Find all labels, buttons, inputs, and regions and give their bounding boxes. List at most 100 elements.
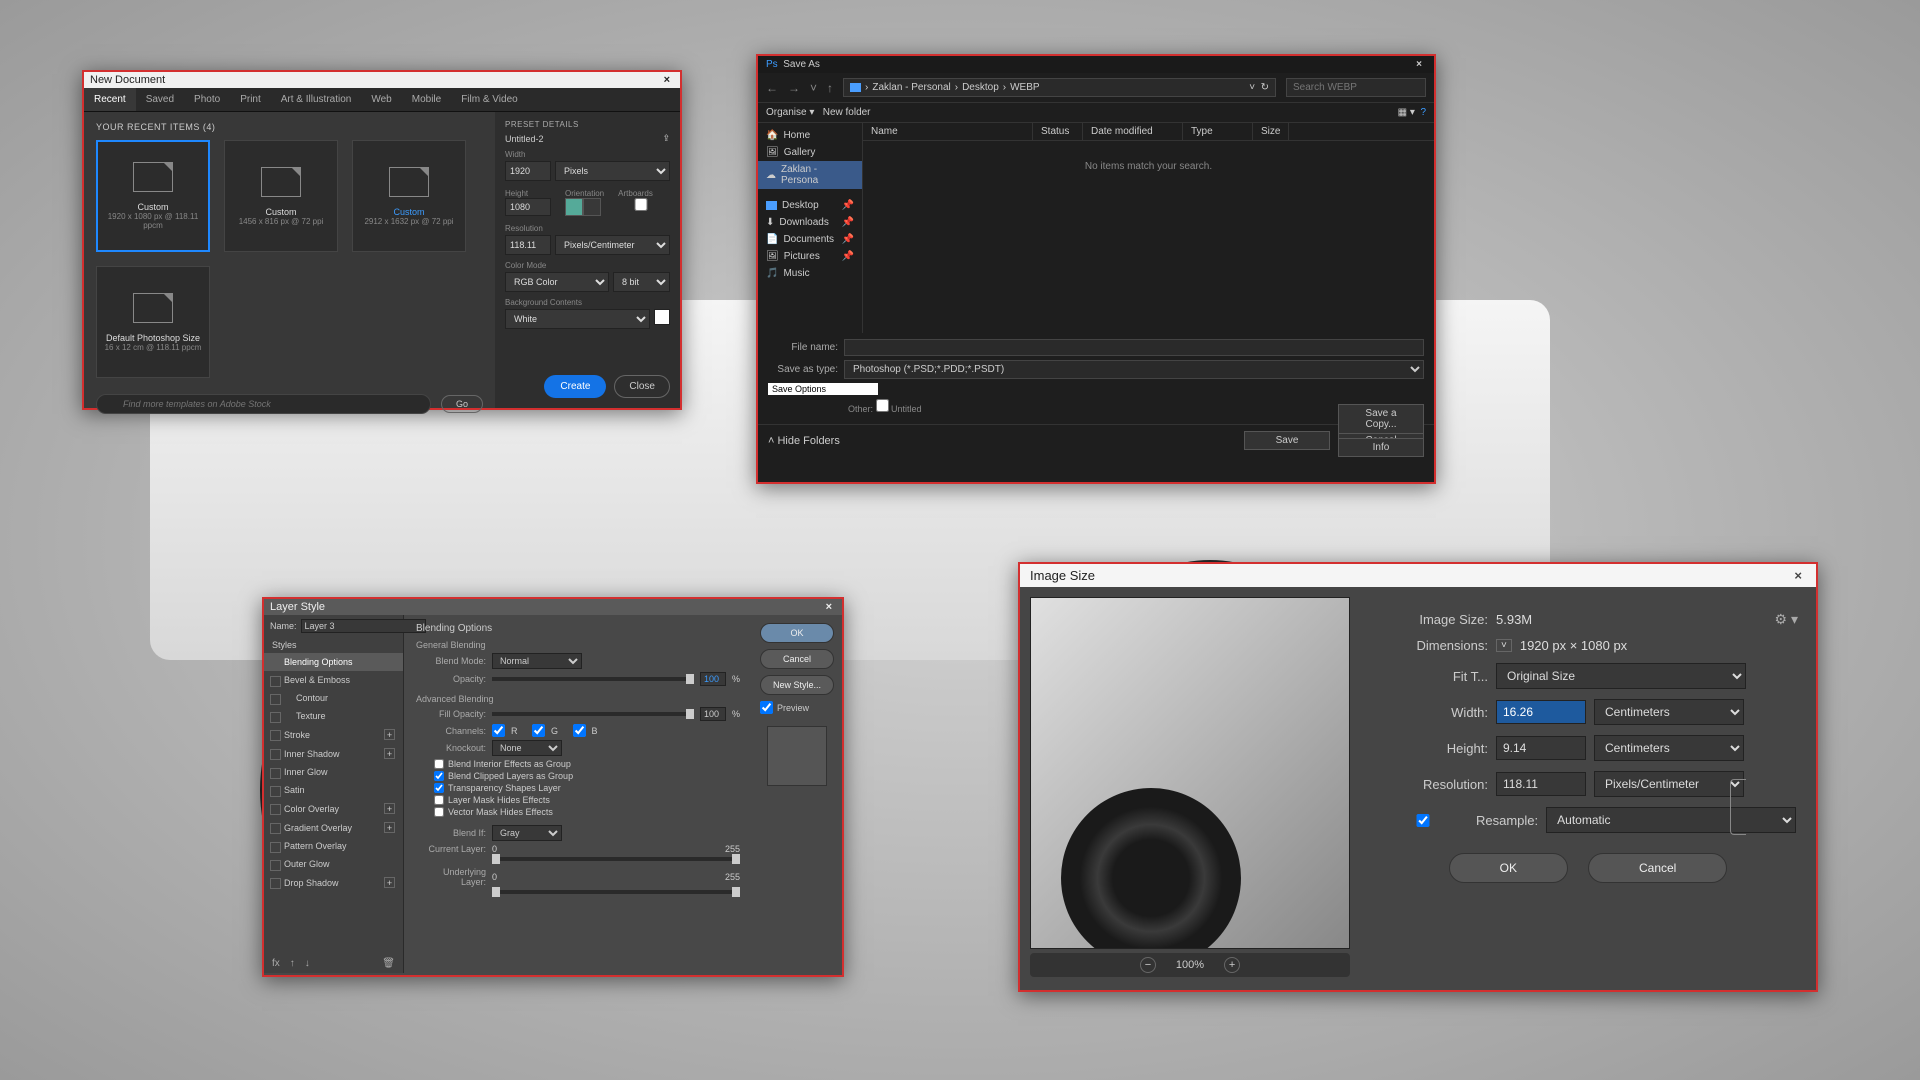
chevron-down-icon[interactable]: ˅ [1496,639,1512,652]
close-button[interactable]: Close [614,375,670,398]
blend-clipped-checkbox[interactable] [434,771,444,781]
trash-icon[interactable]: 🗑 [382,958,395,969]
link-icon[interactable] [1730,779,1746,835]
width-unit-select[interactable]: Centimeters [1594,699,1744,725]
blend-interior-checkbox[interactable] [434,759,444,769]
sidebar-item-downloads[interactable]: ⬇Downloads📌 [758,214,862,231]
close-icon[interactable]: × [1790,568,1806,583]
style-blending-options[interactable]: Blending Options [264,653,403,671]
sidebar-item-desktop[interactable]: Desktop📌 [758,197,862,214]
tab-print[interactable]: Print [230,88,271,111]
new-style-button[interactable]: New Style... [760,675,834,695]
sidebar-item-gallery[interactable]: 🖼Gallery [758,144,862,161]
go-button[interactable]: Go [441,395,483,413]
transparency-shapes-checkbox[interactable] [434,783,444,793]
tab-recent[interactable]: Recent [84,88,136,111]
preview-checkbox[interactable] [760,701,773,714]
resolution-input[interactable] [505,235,551,255]
add-icon[interactable]: + [384,729,395,740]
cancel-button[interactable]: Cancel [760,649,834,669]
width-input[interactable] [1496,700,1586,724]
arrow-down-icon[interactable]: ↓ [305,958,310,969]
add-icon[interactable]: + [384,748,395,759]
filetype-select[interactable]: Photoshop (*.PSD;*.PDD;*.PSDT) [844,360,1424,379]
tab-mobile[interactable]: Mobile [402,88,451,111]
sidebar-item-home[interactable]: 🏠Home [758,127,862,144]
style-satin[interactable]: Satin [264,781,403,799]
vector-mask-hides-checkbox[interactable] [434,807,444,817]
export-icon[interactable]: ⇪ [662,133,670,144]
create-button[interactable]: Create [544,375,606,398]
opacity-input[interactable] [700,672,726,686]
channel-r-checkbox[interactable] [492,724,505,737]
hide-folders-toggle[interactable]: ˄ Hide Folders [768,435,840,447]
breadcrumb[interactable]: ›Zaklan - Personal›Desktop›WEBP˅ ↻ [843,78,1276,97]
bit-depth-select[interactable]: 8 bit [613,272,670,292]
style-color-overlay[interactable]: Color Overlay+ [264,799,403,818]
knockout-select[interactable]: None [492,740,562,756]
add-icon[interactable]: + [384,877,395,888]
blend-mode-select[interactable]: Normal [492,653,582,669]
close-icon[interactable]: × [1412,59,1426,70]
opacity-slider[interactable] [492,677,694,681]
help-icon[interactable]: ? [1420,107,1426,118]
style-drop-shadow[interactable]: Drop Shadow+ [264,873,403,892]
gear-icon[interactable]: ⚙ ▾ [1775,611,1798,628]
chevron-down-icon[interactable]: ˅ [810,81,817,95]
close-icon[interactable]: × [822,601,836,613]
width-unit-select[interactable]: Pixels [555,161,670,181]
height-unit-select[interactable]: Centimeters [1594,735,1744,761]
orientation-landscape[interactable] [583,198,601,216]
tab-art[interactable]: Art & Illustration [271,88,362,111]
preset-name[interactable]: Untitled-2 [505,134,544,144]
stock-search-input[interactable] [96,394,431,414]
style-inner-shadow[interactable]: Inner Shadow+ [264,744,403,763]
background-select[interactable]: White [505,309,650,329]
style-stroke[interactable]: Stroke+ [264,725,403,744]
artboards-checkbox[interactable] [618,198,664,211]
ok-button[interactable]: OK [1449,853,1568,883]
style-contour[interactable]: Contour [264,689,403,707]
tab-film[interactable]: Film & Video [451,88,528,111]
up-icon[interactable]: ↑ [827,81,833,95]
sidebar-item-music[interactable]: 🎵Music [758,265,862,282]
style-inner-glow[interactable]: Inner Glow [264,763,403,781]
add-icon[interactable]: + [384,822,395,833]
view-icon[interactable]: ▦ ▾ [1398,107,1415,118]
height-input[interactable] [1496,736,1586,760]
channel-g-checkbox[interactable] [532,724,545,737]
style-outer-glow[interactable]: Outer Glow [264,855,403,873]
preset-thumb[interactable]: Custom1920 x 1080 px @ 118.11 ppcm [96,140,210,252]
other-checkbox[interactable] [876,399,889,412]
column-headers[interactable]: NameStatusDate modifiedTypeSize [863,123,1434,141]
blendif-select[interactable]: Gray [492,825,562,841]
close-icon[interactable]: × [660,74,674,86]
arrow-up-icon[interactable]: ↑ [290,958,295,969]
preset-thumb[interactable]: Custom2912 x 1632 px @ 72 ppi [352,140,466,252]
style-texture[interactable]: Texture [264,707,403,725]
filename-input[interactable] [844,339,1424,356]
resample-select[interactable]: Automatic [1546,807,1796,833]
orientation-portrait[interactable] [565,198,583,216]
resample-checkbox[interactable] [1378,814,1468,827]
save-options-input[interactable] [768,383,878,395]
underlying-layer-slider[interactable] [492,890,740,894]
organise-menu[interactable]: Organise ▾ [766,107,814,118]
layer-mask-hides-checkbox[interactable] [434,795,444,805]
save-button[interactable]: Save [1244,431,1330,450]
color-mode-select[interactable]: RGB Color [505,272,609,292]
tab-web[interactable]: Web [361,88,401,111]
zoom-in-icon[interactable]: + [1224,957,1240,973]
height-input[interactable] [505,198,551,216]
sidebar-item-pictures[interactable]: 🖼Pictures📌 [758,248,862,265]
zoom-out-icon[interactable]: − [1140,957,1156,973]
back-icon[interactable]: ← [766,81,778,95]
cancel-button[interactable]: Cancel [1588,853,1727,883]
channel-b-checkbox[interactable] [573,724,586,737]
fx-icon[interactable]: fx [272,958,280,969]
this-layer-slider[interactable] [492,857,740,861]
search-input[interactable] [1286,78,1426,97]
fit-to-select[interactable]: Original Size [1496,663,1746,689]
resolution-input[interactable] [1496,772,1586,796]
sidebar-item-documents[interactable]: 📄Documents📌 [758,231,862,248]
